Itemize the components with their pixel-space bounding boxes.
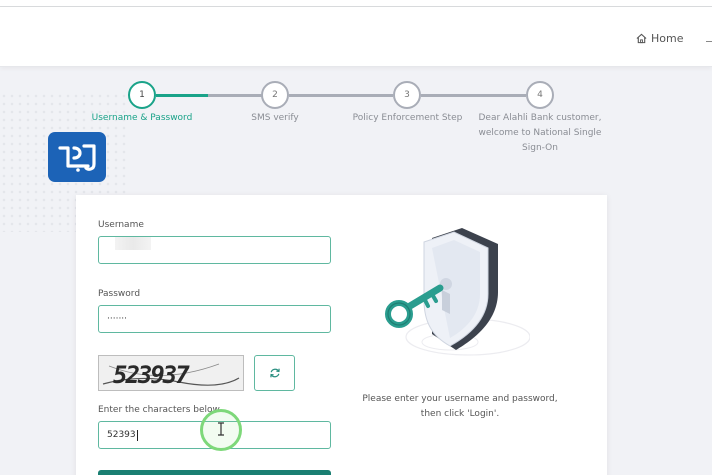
text-caret bbox=[136, 429, 138, 441]
captcha-label: Enter the characters below bbox=[98, 405, 220, 415]
username-value-redacted bbox=[115, 237, 151, 250]
step-track-3-4 bbox=[421, 94, 526, 97]
step-1-number: 1 bbox=[139, 90, 145, 100]
step-4-circle: 4 bbox=[526, 81, 554, 109]
step-3-circle: 3 bbox=[393, 81, 421, 109]
step-3-number: 3 bbox=[404, 90, 410, 100]
progress-stepper: 1 2 3 4 Username & Password SMS verify P… bbox=[0, 0, 712, 160]
login-button[interactable] bbox=[98, 470, 331, 475]
step-3-label: Policy Enforcement Step bbox=[352, 113, 463, 123]
password-label: Password bbox=[98, 289, 141, 299]
password-value: ······· bbox=[107, 314, 128, 324]
captcha-input-value: 52393 bbox=[107, 430, 136, 440]
username-label: Username bbox=[98, 220, 144, 230]
password-input[interactable]: ······· bbox=[98, 305, 331, 333]
text-cursor-icon bbox=[218, 422, 224, 436]
refresh-captcha-button[interactable] bbox=[254, 355, 295, 391]
step-2-number: 2 bbox=[272, 90, 278, 100]
step-4-number: 4 bbox=[537, 90, 543, 100]
logo-icon bbox=[58, 144, 96, 172]
login-hint: Please enter your username and password,… bbox=[360, 392, 560, 422]
shield-key-icon bbox=[385, 228, 530, 356]
refresh-icon bbox=[269, 368, 280, 378]
login-hint-line-1: Please enter your username and password, bbox=[362, 394, 558, 404]
captcha-text: 523937 bbox=[113, 361, 190, 389]
site-logo-badge bbox=[48, 132, 106, 182]
step-4-label: Dear Alahli Bank customer, welcome to Na… bbox=[478, 113, 602, 153]
step-track-2-3 bbox=[289, 94, 393, 97]
step-track-active bbox=[156, 94, 208, 97]
captcha-image: 523937 bbox=[98, 355, 244, 391]
login-hint-line-2: then click 'Login'. bbox=[420, 409, 500, 419]
step-2-circle: 2 bbox=[261, 81, 289, 109]
step-1-circle: 1 bbox=[128, 81, 156, 109]
step-1-label: Username & Password bbox=[91, 113, 193, 123]
step-track-1-2 bbox=[208, 94, 262, 97]
step-2-label: SMS verify bbox=[251, 113, 299, 123]
